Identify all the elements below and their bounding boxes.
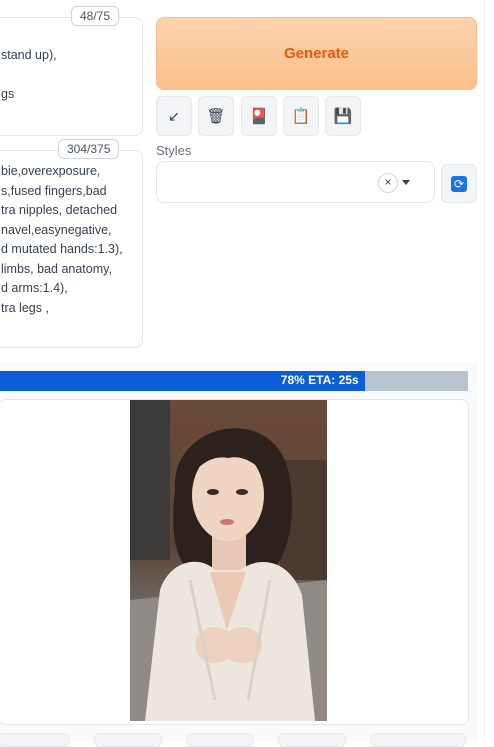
tool-button-trash[interactable]: 🗑 — [198, 96, 234, 136]
trash-icon: 🗑 — [206, 108, 226, 125]
progress-bar: 78% ETA: 25s — [0, 371, 468, 391]
negative-prompt-line: tra legs , — [1, 301, 49, 315]
refresh-icon: ⟳ — [451, 175, 467, 192]
tool-button-read-params[interactable]: ↙ — [156, 96, 192, 136]
styles-dropdown[interactable]: × — [156, 161, 435, 203]
negative-prompt-line: s,fused fingers,bad — [1, 184, 107, 198]
negative-prompt-line: navel,easynegative, — [1, 223, 112, 237]
prompt-token-counter: 48/75 — [71, 6, 120, 26]
clipboard-icon: 📋 — [291, 108, 311, 125]
negative-prompt-line: tra nipples, detached — [1, 203, 118, 217]
prompt-line: gs — [1, 87, 15, 101]
negative-prompt-token-counter: 304/375 — [58, 139, 120, 159]
tool-button-save-style[interactable]: 💾 — [325, 96, 361, 136]
negative-prompt-line: limbs, bad anatomy, — [1, 262, 112, 276]
output-action-button[interactable] — [370, 733, 466, 747]
output-action-button[interactable] — [186, 733, 254, 747]
negative-prompt-textarea[interactable]: bie,overexposure, s,fused fingers,bad tr… — [0, 150, 143, 348]
negative-prompt-line: d arms:1.4), — [1, 281, 68, 295]
refresh-styles-button[interactable]: ⟳ — [441, 164, 477, 203]
clear-icon[interactable]: × — [378, 173, 398, 193]
output-action-button[interactable] — [0, 733, 70, 747]
progress-text: 78% ETA: 25s — [280, 373, 359, 387]
tool-button-extra-networks[interactable]: 🎴 — [241, 96, 277, 136]
output-action-button[interactable] — [278, 733, 346, 747]
negative-prompt-line: bie,overexposure, — [1, 164, 101, 178]
tool-button-apply-style[interactable]: 📋 — [283, 96, 319, 136]
progress-fill: 78% ETA: 25s — [0, 371, 365, 391]
generated-image[interactable] — [130, 400, 327, 721]
red-card-icon: 🎴 — [249, 108, 269, 125]
styles-label: Styles — [156, 143, 192, 158]
page-divider — [484, 0, 485, 742]
chevron-down-icon[interactable] — [402, 180, 410, 185]
save-icon: 💾 — [333, 108, 353, 125]
prompt-textarea[interactable]: stand up), gs — [0, 17, 143, 136]
negative-prompt-line: d mutated hands:1.3), — [1, 242, 123, 256]
arrow-icon: ↙ — [168, 107, 180, 124]
prompt-line: stand up), — [1, 48, 57, 62]
generate-button[interactable]: Generate — [156, 17, 477, 90]
output-action-button[interactable] — [94, 733, 162, 747]
